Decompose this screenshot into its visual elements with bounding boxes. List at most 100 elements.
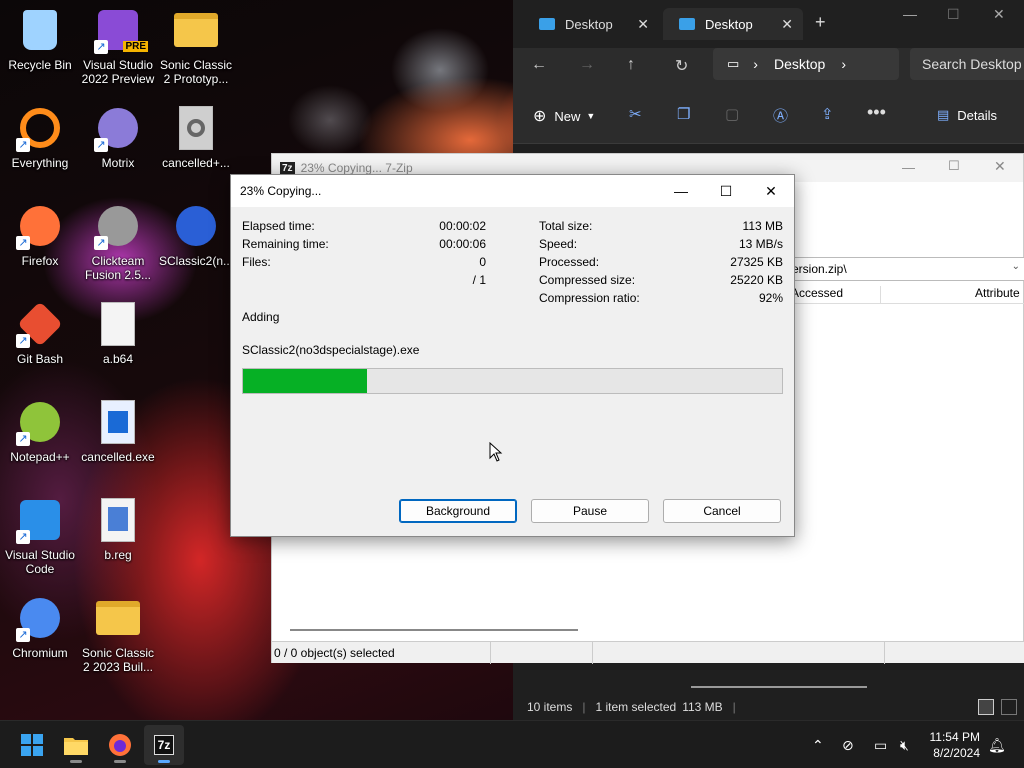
chevron-right-icon: › [753, 56, 758, 72]
desktop-icon-8[interactable]: ↗ Clickteam Fusion 2.5... [78, 202, 158, 294]
copy-progress-dialog[interactable]: 23% Copying... — ☐ ✕ Adding SClassic2(no… [230, 174, 795, 537]
desktop-folder-icon [539, 18, 555, 30]
desktop-icon-17[interactable]: Sonic Classic 2 2023 Buil... [78, 594, 158, 686]
7zip-status-bar: 0 / 0 object(s) selected [272, 641, 1024, 664]
taskbar-7zip[interactable]: 7z [144, 725, 184, 765]
pause-button[interactable]: Pause [531, 499, 649, 523]
archive-path-field[interactable]: ersion.zip\ ⌄ [785, 257, 1024, 281]
desktop-icon-15[interactable]: b.reg [78, 496, 158, 588]
maximize-icon[interactable]: ☐ [703, 175, 749, 207]
search-input[interactable]: Search Desktop [910, 48, 1024, 80]
show-hidden-icons[interactable]: ⌃ [812, 721, 824, 768]
share-icon[interactable]: ⇪ [821, 105, 834, 123]
desktop-icon-4[interactable]: ↗ Everything [0, 104, 80, 196]
file-list-header: Accessed Attribute [785, 282, 1024, 304]
shortcut-arrow-icon: ↗ [94, 40, 108, 54]
background-button[interactable]: Background [399, 499, 517, 523]
progress-bar [242, 368, 783, 394]
details-button[interactable]: ▤ Details [937, 107, 997, 123]
close-dialog-icon[interactable]: ✕ [748, 175, 794, 207]
close-tab-icon[interactable]: ✕ [781, 16, 793, 33]
shortcut-arrow-icon: ↗ [94, 236, 108, 250]
shortcut-arrow-icon: ↗ [16, 334, 30, 348]
stat-label: Processed: [539, 255, 600, 269]
desktop-icon-16[interactable]: ↗ Chromium [0, 594, 80, 686]
maximize-icon[interactable]: ☐ [948, 158, 960, 174]
desktop-icon-10[interactable]: ↗ Git Bash [0, 300, 80, 392]
desktop-icon-14[interactable]: ↗ Visual Studio Code [0, 496, 80, 588]
close-window-icon[interactable]: ✕ [993, 6, 1005, 23]
system-clock[interactable]: 11:54 PM 8/2/2024 [930, 729, 980, 761]
start-button[interactable] [12, 725, 52, 765]
desktop-icon-7[interactable]: ↗ Firefox [0, 202, 80, 294]
desktop-icon-9[interactable]: SClassic2(n... [156, 202, 236, 294]
rename-icon[interactable]: Ⓐ [773, 105, 788, 126]
stat-label: Compression ratio: [539, 291, 640, 305]
taskbar-file-explorer[interactable] [56, 725, 96, 765]
registry-icon [94, 496, 142, 544]
network-off-icon[interactable]: ⊘ [842, 721, 854, 768]
back-arrow-icon[interactable]: ← [531, 56, 547, 74]
refresh-icon[interactable]: ↻ [675, 56, 688, 76]
desktop-icon-label: cancelled+... [162, 156, 230, 170]
progress-bar-fill [243, 369, 367, 393]
tiles-view-icon[interactable] [1001, 699, 1017, 715]
7zip-logo-icon: 7z [153, 735, 175, 755]
desktop-icon-label: Clickteam Fusion 2.5... [84, 254, 152, 282]
desktop-icon-12[interactable]: ↗ Notepad++ [0, 398, 80, 490]
new-tab-button[interactable]: + [815, 12, 826, 33]
taskbar-firefox[interactable] [100, 725, 140, 765]
monitor-icon: ▭ [727, 56, 740, 71]
shortcut-arrow-icon: ↗ [16, 138, 30, 152]
dialog-title-bar: 23% Copying... — ☐ ✕ [231, 175, 794, 207]
windows-logo-icon [21, 734, 43, 756]
cut-icon[interactable]: ✂ [629, 105, 642, 123]
operation-label: Adding [242, 310, 280, 324]
display-icon[interactable]: ▭ [874, 721, 887, 768]
up-arrow-icon[interactable]: ↑ [627, 56, 635, 74]
minimize-icon[interactable]: — [902, 160, 915, 175]
explorer-scrollbar[interactable] [691, 686, 867, 688]
maximize-icon[interactable]: ☐ [947, 6, 960, 23]
explorer-tab-2[interactable]: Desktop ✕ [663, 8, 803, 40]
copy-icon[interactable]: ❐ [677, 105, 690, 123]
details-view-icon[interactable] [978, 699, 994, 715]
explorer-tab-bar: Desktop ✕ Desktop ✕ + — ☐ ✕ [513, 0, 1024, 48]
desktop-icon-label: Sonic Classic 2 2023 Buil... [81, 646, 155, 674]
desktop-icon-label: Motrix [101, 156, 135, 170]
desktop-icon-3[interactable]: Sonic Classic 2 Prototyp... [156, 6, 236, 98]
address-bar[interactable]: ▭ › Desktop › [713, 48, 899, 80]
paste-icon[interactable]: ▢ [725, 105, 739, 123]
desktop-icon-1[interactable]: Recycle Bin [0, 6, 80, 98]
column-header-attributes[interactable]: Attribute [975, 286, 1020, 300]
minimize-icon[interactable]: — [903, 6, 917, 22]
explorer-command-bar: ⊕ New ▼ ✂ ❐ ▢ Ⓐ ⇪ ••• ▤ Details [513, 88, 1024, 144]
current-file-label: SClassic2(no3dspecialstage).exe [242, 343, 420, 357]
chevron-down-icon[interactable]: ⌄ [1012, 261, 1020, 272]
sonic-icon [172, 202, 220, 250]
new-button[interactable]: ⊕ New ▼ [533, 106, 595, 126]
desktop-icon-5[interactable]: ↗ Motrix [78, 104, 158, 196]
explorer-tab-1[interactable]: Desktop ✕ [523, 8, 659, 40]
stat-label: Compressed size: [539, 273, 636, 287]
horizontal-scrollbar[interactable] [290, 629, 578, 631]
column-header-accessed[interactable]: Accessed [791, 286, 881, 304]
close-window-icon[interactable]: ✕ [994, 158, 1006, 175]
more-options-icon[interactable]: ••• [867, 102, 886, 123]
notifications-bell-icon[interactable]: 🔔︎ [988, 721, 1006, 768]
desktop-icon-13[interactable]: cancelled.exe [78, 398, 158, 490]
desktop-icon-2[interactable]: PRE ↗ Visual Studio 2022 Preview [78, 6, 158, 98]
desktop-icon-6[interactable]: cancelled+... [156, 104, 236, 196]
stat-label: Speed: [539, 237, 578, 251]
volume-muted-icon[interactable]: 🔇︎ [900, 721, 909, 768]
firefox-icon [109, 734, 131, 756]
minimize-icon[interactable]: — [658, 175, 704, 207]
shortcut-arrow-icon: ↗ [16, 432, 30, 446]
chevron-right-icon: › [841, 56, 846, 72]
close-tab-icon[interactable]: ✕ [637, 16, 649, 33]
motrix-icon: ↗ [94, 104, 142, 152]
cancel-button[interactable]: Cancel [663, 499, 781, 523]
shortcut-arrow-icon: ↗ [16, 236, 30, 250]
desktop-icon-11[interactable]: a.b64 [78, 300, 158, 392]
forward-arrow-icon[interactable]: → [579, 56, 595, 74]
